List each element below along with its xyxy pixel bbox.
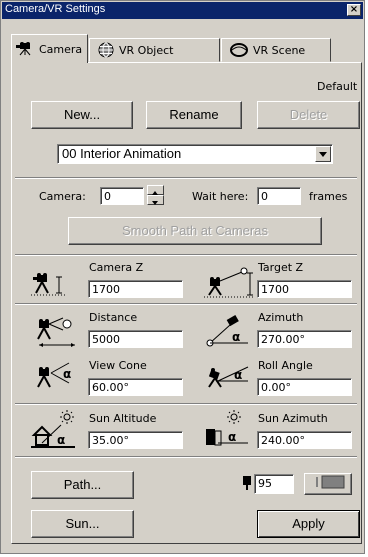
sun-azimuth-label: Sun Azimuth	[258, 412, 328, 425]
smooth-path-button[interactable]: Smooth Path at Cameras	[68, 217, 322, 245]
camera-height-icon	[31, 273, 67, 296]
view-cone-label: View Cone	[89, 359, 147, 372]
target-z-label: Target Z	[258, 261, 304, 274]
svg-text:α: α	[234, 368, 242, 382]
tab-vr-object[interactable]: VR Object	[89, 38, 220, 62]
close-button[interactable]: ×	[347, 4, 361, 16]
sun-altitude-label: Sun Altitude	[89, 412, 157, 425]
frames-label: frames	[309, 190, 348, 203]
light-bulb-icon	[243, 476, 251, 490]
tab-vr-object-label: VR Object	[119, 43, 174, 57]
color-swatch-button[interactable]	[304, 473, 352, 495]
distance-icon	[37, 317, 75, 347]
roll-angle-label: Roll Angle	[258, 359, 313, 372]
roll-angle-input[interactable]: 0.00°	[257, 378, 352, 396]
distance-input[interactable]: 5000	[88, 330, 183, 348]
svg-text:α: α	[232, 330, 240, 344]
sun-altitude-icon: α	[31, 410, 75, 448]
sun-button[interactable]: Sun...	[31, 510, 134, 538]
globe-icon	[98, 42, 114, 58]
separator	[15, 177, 357, 179]
separator	[15, 456, 357, 458]
sun-azimuth-input[interactable]: 240.00°	[257, 431, 352, 449]
view-cone-input[interactable]: 60.00°	[88, 378, 183, 396]
tab-camera-label: Camera	[39, 42, 83, 56]
new-button[interactable]: New...	[31, 101, 133, 129]
delete-button[interactable]: Delete	[257, 101, 360, 129]
dropdown-arrow-icon[interactable]	[315, 146, 331, 162]
tab-vr-scene-label: VR Scene	[253, 43, 306, 57]
distance-label: Distance	[89, 311, 138, 324]
color-swatch-icon	[316, 475, 345, 489]
roll-angle-icon: α	[208, 366, 249, 388]
title-bar: Camera/VR Settings ×	[2, 2, 363, 19]
camera-icon	[16, 42, 31, 56]
frame-rate-input[interactable]: 95	[254, 474, 294, 494]
spin-down-icon[interactable]	[147, 195, 164, 205]
azimuth-icon: α	[206, 315, 248, 347]
default-label: Default	[317, 80, 358, 93]
azimuth-label: Azimuth	[258, 311, 304, 324]
separator	[15, 303, 357, 305]
preset-dropdown[interactable]: 00 Interior Animation	[57, 144, 333, 164]
path-button[interactable]: Path...	[31, 471, 134, 499]
tab-camera[interactable]: Camera	[11, 34, 88, 63]
svg-text:α: α	[228, 430, 236, 444]
camera-spinner[interactable]	[147, 185, 164, 205]
sun-altitude-input[interactable]: 35.00°	[88, 431, 183, 449]
view-cone-icon: α	[37, 362, 71, 388]
wait-here-label: Wait here:	[192, 190, 249, 203]
apply-button[interactable]: Apply	[257, 510, 360, 538]
sun-azimuth-icon: α	[206, 410, 248, 446]
window-title: Camera/VR Settings	[5, 3, 106, 15]
preset-selected: 00 Interior Animation	[62, 146, 182, 161]
target-z-input[interactable]: 1700	[257, 280, 352, 298]
camera-z-label: Camera Z	[89, 261, 144, 274]
camera-number-input[interactable]: 0	[100, 187, 144, 205]
separator	[15, 254, 357, 256]
azimuth-input[interactable]: 270.00°	[257, 330, 352, 348]
spin-up-icon[interactable]	[147, 185, 164, 195]
separator	[15, 403, 357, 405]
svg-text:α: α	[57, 433, 65, 447]
target-height-icon	[204, 267, 254, 298]
vr-scene-icon	[230, 43, 248, 57]
camera-label: Camera:	[39, 190, 86, 203]
tab-vr-scene[interactable]: VR Scene	[221, 38, 331, 62]
svg-text:α: α	[63, 367, 71, 381]
settings-window: Camera/VR Settings × Camera VR Object VR…	[0, 0, 365, 554]
wait-frames-input[interactable]: 0	[257, 187, 301, 205]
camera-z-input[interactable]: 1700	[88, 280, 183, 298]
rename-button[interactable]: Rename	[146, 101, 242, 129]
